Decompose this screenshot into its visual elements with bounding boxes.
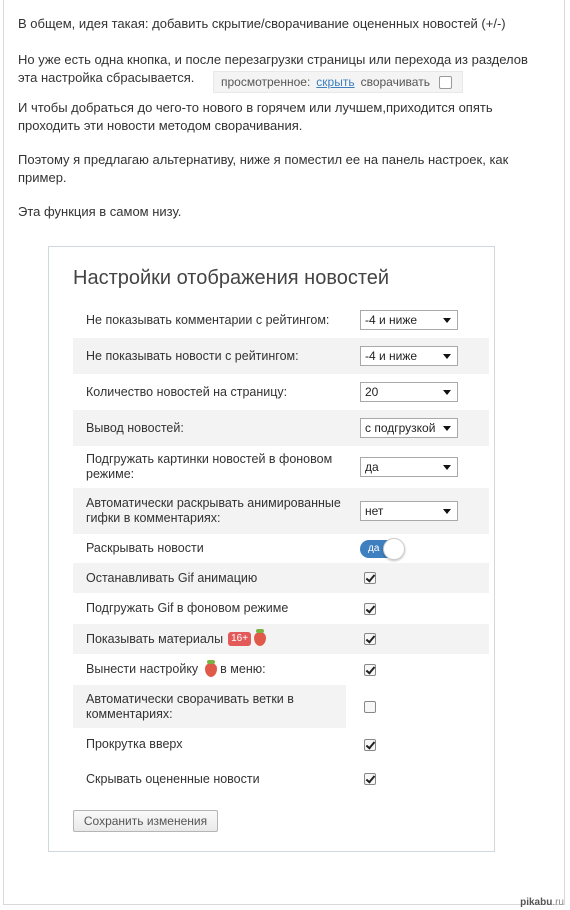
expand-news-toggle[interactable]: да: [360, 537, 405, 560]
scroll-up-checkbox[interactable]: [364, 738, 376, 751]
show-materials-checkbox[interactable]: [364, 633, 376, 645]
setting-label: Останавливать Gif анимацию: [86, 570, 258, 585]
setting-hide-news: Не показывать новости с рейтингом: -4 и …: [73, 338, 489, 374]
intro-paragraph-1: В общем, идея такая: добавить скрытие/св…: [18, 16, 506, 31]
news-settings-panel: Настройки отображения новостей Не показы…: [48, 246, 495, 852]
auto-gif-select[interactable]: нет: [360, 501, 458, 521]
setting-label: Раскрывать новости: [86, 541, 204, 555]
save-changes-button[interactable]: Сохранить изменения: [73, 810, 218, 832]
setting-hide-comments: Не показывать комментарии с рейтингом: -…: [73, 302, 489, 338]
setting-news-per-page: Количество новостей на страницу: 20: [73, 374, 489, 410]
viewed-label: просмотренное:: [221, 75, 311, 89]
setting-label: Скрывать оцененные новости: [86, 771, 260, 786]
setting-stop-gif: Останавливать Gif анимацию: [73, 563, 489, 593]
setting-label: Прокрутка вверх: [86, 737, 183, 751]
hide-news-select[interactable]: -4 и ниже: [360, 346, 458, 366]
hide-rated-checkbox[interactable]: [364, 773, 376, 785]
collapse-label: сворачивать: [360, 75, 430, 89]
setting-gif-bg: Подгружать Gif в фоновом режиме: [73, 593, 489, 624]
settings-list: Не показывать комментарии с рейтингом: -…: [73, 302, 489, 797]
strawberry-icon: [254, 629, 267, 647]
panel-title: Настройки отображения новостей: [73, 267, 390, 289]
setting-label: Подгружать Gif в фоновом режиме: [86, 601, 289, 615]
setting-auto-collapse: Автоматически сворачивать ветки в коммен…: [73, 685, 489, 728]
setting-scroll-up: Прокрутка вверх: [73, 728, 489, 761]
setting-bg-images: Подгружать картинки новостей в фоновом р…: [73, 446, 489, 488]
setting-label: Не показывать новости с рейтингом:: [86, 348, 299, 363]
setting-news-output: Вывод новостей: с подгрузкой: [73, 410, 489, 446]
setting-show-materials: Показывать материалы 16+: [73, 624, 489, 654]
stop-gif-checkbox[interactable]: [364, 572, 376, 584]
strawberry-icon: [204, 659, 217, 677]
setting-hide-rated: Скрывать оцененные новости: [73, 761, 489, 797]
collapse-checkbox[interactable]: [438, 75, 452, 89]
setting-label: Показывать материалы 16+: [86, 629, 346, 647]
toggle-knob: [383, 537, 405, 560]
setting-expand-news: Раскрывать новости да: [73, 534, 489, 563]
hide-comments-select[interactable]: -4 и ниже: [360, 310, 458, 330]
bg-images-select[interactable]: да: [360, 457, 458, 477]
intro-paragraph-5: Эта функция в самом низу.: [18, 204, 182, 219]
news-output-select[interactable]: с подгрузкой: [360, 418, 458, 438]
intro-paragraph-3: И чтобы добраться до чего-то нового в го…: [18, 100, 493, 133]
setting-label: Подгружать картинки новостей в фоновом р…: [86, 452, 333, 481]
setting-label: Вывод новостей:: [86, 420, 184, 435]
gif-bg-checkbox[interactable]: [364, 602, 376, 615]
menu-setting-checkbox[interactable]: [364, 663, 376, 676]
setting-label: Вынести настройку в меню:: [86, 659, 266, 677]
site-watermark: pikabu.ru: [520, 897, 564, 908]
setting-menu: Вынести настройку в меню:: [73, 654, 489, 685]
setting-label: Автоматически раскрывать анимированные г…: [86, 496, 341, 525]
auto-collapse-checkbox[interactable]: [364, 700, 376, 713]
hide-viewed-link[interactable]: скрыть: [316, 75, 354, 89]
news-per-page-select[interactable]: 20: [360, 382, 458, 402]
setting-label: Автоматически сворачивать ветки в коммен…: [73, 685, 346, 728]
setting-label: Количество новостей на страницу:: [86, 384, 288, 399]
intro-paragraph-4: Поэтому я предлагаю альтернативу, ниже я…: [18, 152, 509, 185]
setting-label: Не показывать комментарии с рейтингом:: [86, 312, 330, 327]
viewed-toolbar: просмотренное: скрыть сворачивать: [213, 71, 463, 93]
setting-auto-gif: Автоматически раскрывать анимированные г…: [73, 488, 489, 534]
age-badge: 16+: [228, 632, 252, 647]
